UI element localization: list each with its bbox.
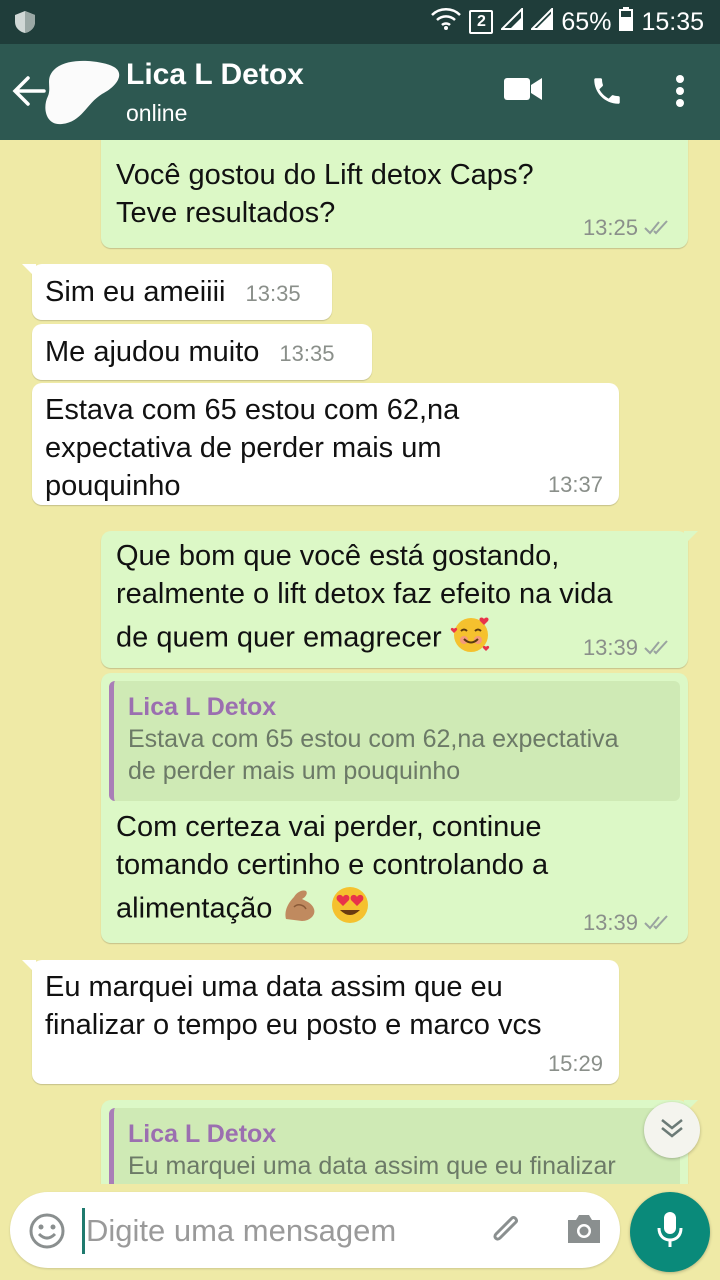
message-timestamp: 13:37 (547, 472, 603, 497)
video-call-icon[interactable] (504, 76, 542, 107)
scroll-down-button[interactable] (644, 1102, 700, 1158)
more-options-icon[interactable] (674, 74, 686, 113)
message-text-line: Eu marquei uma data assim que eu (45, 971, 503, 1003)
status-bar: 2 65% 15:35 (0, 0, 720, 44)
message-text-line: pouquinho (45, 470, 181, 502)
chevron-down-icon (659, 1117, 685, 1144)
sim-badge: 2 (469, 10, 494, 34)
quoted-text-line: de perder mais um pouquinho (128, 757, 461, 785)
message-bubble-outgoing[interactable]: Lica L Detox Estava com 65 estou com 62,… (101, 673, 688, 943)
clock: 15:35 (641, 7, 704, 36)
quoted-text-line: Eu marquei uma data assim que eu finaliz… (128, 1152, 616, 1180)
message-text-line: Você gostou do Lift detox Caps? (116, 159, 534, 191)
quoted-message[interactable]: Lica L Detox Estava com 65 estou com 62,… (109, 681, 680, 801)
signal-icon (499, 6, 524, 37)
message-text-line: finalizar o tempo eu posto e marco vcs (45, 1009, 542, 1041)
message-bubble-outgoing[interactable]: Você gostou do Lift detox Caps? Teve res… (101, 140, 688, 248)
message-timestamp: 13:39 (583, 636, 672, 660)
message-text-line: tomando certinho e controlando a (116, 849, 549, 881)
message-timestamp: 13:35 (279, 341, 335, 366)
heart-eyes-icon (329, 884, 371, 936)
contact-name[interactable]: Lica L Detox (126, 58, 304, 92)
quoted-message[interactable]: Lica L Detox Eu marquei uma data assim q… (109, 1108, 680, 1184)
message-text-line: Que bom que você está gostando, (116, 540, 560, 572)
message-timestamp: 13:25 (583, 216, 672, 240)
double-check-icon (644, 216, 672, 240)
chat-area[interactable]: Você gostou do Lift detox Caps? Teve res… (0, 140, 720, 1184)
message-timestamp: 13:39 (583, 911, 672, 935)
battery-level: 65% (561, 7, 612, 36)
shield-icon (14, 10, 36, 39)
emoji-icon[interactable] (28, 1212, 66, 1255)
message-input[interactable] (84, 1206, 478, 1256)
message-input-container[interactable] (10, 1192, 620, 1268)
message-text-line: Estava com 65 estou com 62,na (45, 394, 460, 426)
message-bubble-incoming[interactable]: Estava com 65 estou com 62,na expectativ… (32, 383, 619, 505)
message-timestamp: 15:29 (547, 1051, 603, 1076)
message-bubble-incoming[interactable]: Sim eu ameiiii 13:35 (22, 264, 332, 320)
message-timestamp: 13:35 (245, 281, 301, 306)
message-text-line: expectativa de perder mais um (45, 432, 442, 464)
chat-header: Lica L Detox online (0, 44, 720, 140)
mic-icon (655, 1210, 685, 1255)
quoted-text-line: Estava com 65 estou com 62,na expectativ… (128, 725, 619, 753)
mic-button[interactable] (630, 1192, 710, 1272)
avatar[interactable] (42, 58, 132, 128)
quoted-sender: Lica L Detox (128, 1120, 277, 1148)
smiling-face-with-hearts-icon (450, 613, 492, 665)
message-text-line: alimentação (116, 884, 548, 936)
back-arrow-icon[interactable] (12, 74, 46, 113)
message-text-line: de quem quer emagrecer (116, 613, 613, 665)
double-check-icon (644, 911, 672, 935)
message-text: Sim eu ameiiii (45, 276, 226, 308)
message-text-line: Com certeza vai perder, continue (116, 811, 542, 843)
contact-status: online (126, 100, 188, 126)
compose-bar (0, 1184, 720, 1280)
message-text-line: realmente o lift detox faz efeito na vid… (116, 578, 613, 610)
camera-icon[interactable] (564, 1212, 604, 1251)
message-bubble-outgoing[interactable]: Que bom que você está gostando, realment… (101, 531, 698, 668)
signal-2-icon (529, 6, 554, 37)
phone-icon[interactable] (590, 74, 624, 113)
attach-icon[interactable] (486, 1210, 526, 1255)
message-bubble-outgoing[interactable]: Lica L Detox Eu marquei uma data assim q… (101, 1100, 698, 1184)
wifi-icon (431, 7, 462, 37)
battery-icon (619, 6, 634, 38)
double-check-icon (644, 636, 672, 660)
message-bubble-incoming[interactable]: Me ajudou muito 13:35 (32, 324, 372, 380)
message-text-line: Teve resultados? (116, 197, 336, 229)
flexed-biceps-icon (280, 885, 320, 935)
message-text: Me ajudou muito (45, 336, 260, 368)
quoted-sender: Lica L Detox (128, 693, 277, 721)
message-bubble-incoming[interactable]: Eu marquei uma data assim que eu finaliz… (22, 960, 619, 1084)
